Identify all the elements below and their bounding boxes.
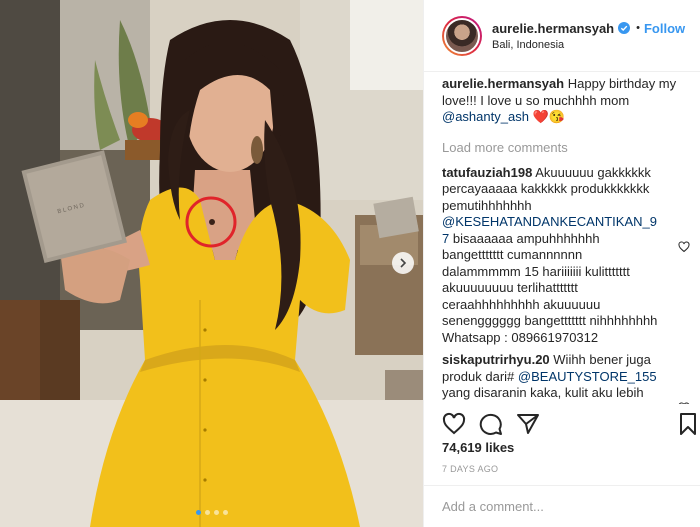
- comment-item: siskaputrirhyu.20 Wiihh bener juga produ…: [442, 352, 690, 404]
- instagram-post-modal: B L O N D aurelie.hermansyah • Follow Ba…: [0, 0, 700, 527]
- avatar[interactable]: [442, 15, 482, 56]
- separator-bullet: •: [636, 22, 640, 34]
- verified-badge-icon: [618, 22, 631, 34]
- post-media[interactable]: B L O N D: [0, 0, 423, 527]
- comment-username[interactable]: tatufauziah198: [442, 165, 532, 180]
- post-header: aurelie.hermansyah • Follow Bali, Indone…: [424, 0, 700, 72]
- chevron-right-icon: [400, 258, 407, 268]
- comments-list[interactable]: aurelie.hermansyah Happy birthday my lov…: [442, 76, 690, 404]
- post-actions: [424, 404, 700, 444]
- carousel-dot: [204, 510, 210, 515]
- comment-mention[interactable]: @BEAUTYSTORE_155: [518, 369, 657, 384]
- follow-button[interactable]: Follow: [644, 21, 685, 36]
- header-text: aurelie.hermansyah • Follow Bali, Indone…: [492, 21, 685, 51]
- likes-count[interactable]: 74,619 likes: [442, 440, 514, 455]
- paper-plane-icon[interactable]: [516, 412, 540, 436]
- post-caption: aurelie.hermansyah Happy birthday my lov…: [442, 76, 690, 126]
- carousel-indicator: [0, 510, 423, 515]
- comment-username[interactable]: siskaputrirhyu.20: [442, 352, 550, 367]
- comment-text: yang disaranin kaka, kulit aku lebih put…: [442, 385, 661, 404]
- carousel-dot: [213, 510, 219, 515]
- speech-bubble-icon[interactable]: [479, 412, 503, 436]
- bookmark-icon[interactable]: [676, 412, 700, 436]
- location-link[interactable]: Bali, Indonesia: [492, 39, 685, 51]
- author-username[interactable]: aurelie.hermansyah: [492, 21, 614, 36]
- add-comment-bar: [424, 485, 700, 527]
- comment-text: bisaaaaaa ampuhhhhhhh bangettttttt cuman…: [442, 230, 658, 345]
- avatar-image: [444, 17, 480, 54]
- carousel-dot: [222, 510, 228, 515]
- post-photo: B L O N D: [0, 0, 423, 527]
- post-side-panel: aurelie.hermansyah • Follow Bali, Indone…: [423, 0, 700, 527]
- heart-outline-icon[interactable]: [442, 412, 466, 436]
- comment-item: tatufauziah198 Akuuuuuu gakkkkkk percaya…: [442, 165, 690, 347]
- post-timestamp: 7 DAYS AGO: [442, 464, 499, 474]
- caption-emojis: ❤️😘: [532, 109, 565, 124]
- comment-input[interactable]: [442, 499, 682, 514]
- carousel-next-button[interactable]: [392, 252, 414, 274]
- header-line: aurelie.hermansyah • Follow: [492, 21, 685, 36]
- caption-mention[interactable]: @ashanty_ash: [442, 109, 529, 124]
- load-more-comments-button[interactable]: Load more comments: [442, 140, 690, 155]
- carousel-dot-active: [195, 510, 201, 515]
- caption-username[interactable]: aurelie.hermansyah: [442, 76, 564, 91]
- comment-like-heart-icon[interactable]: [678, 240, 690, 253]
